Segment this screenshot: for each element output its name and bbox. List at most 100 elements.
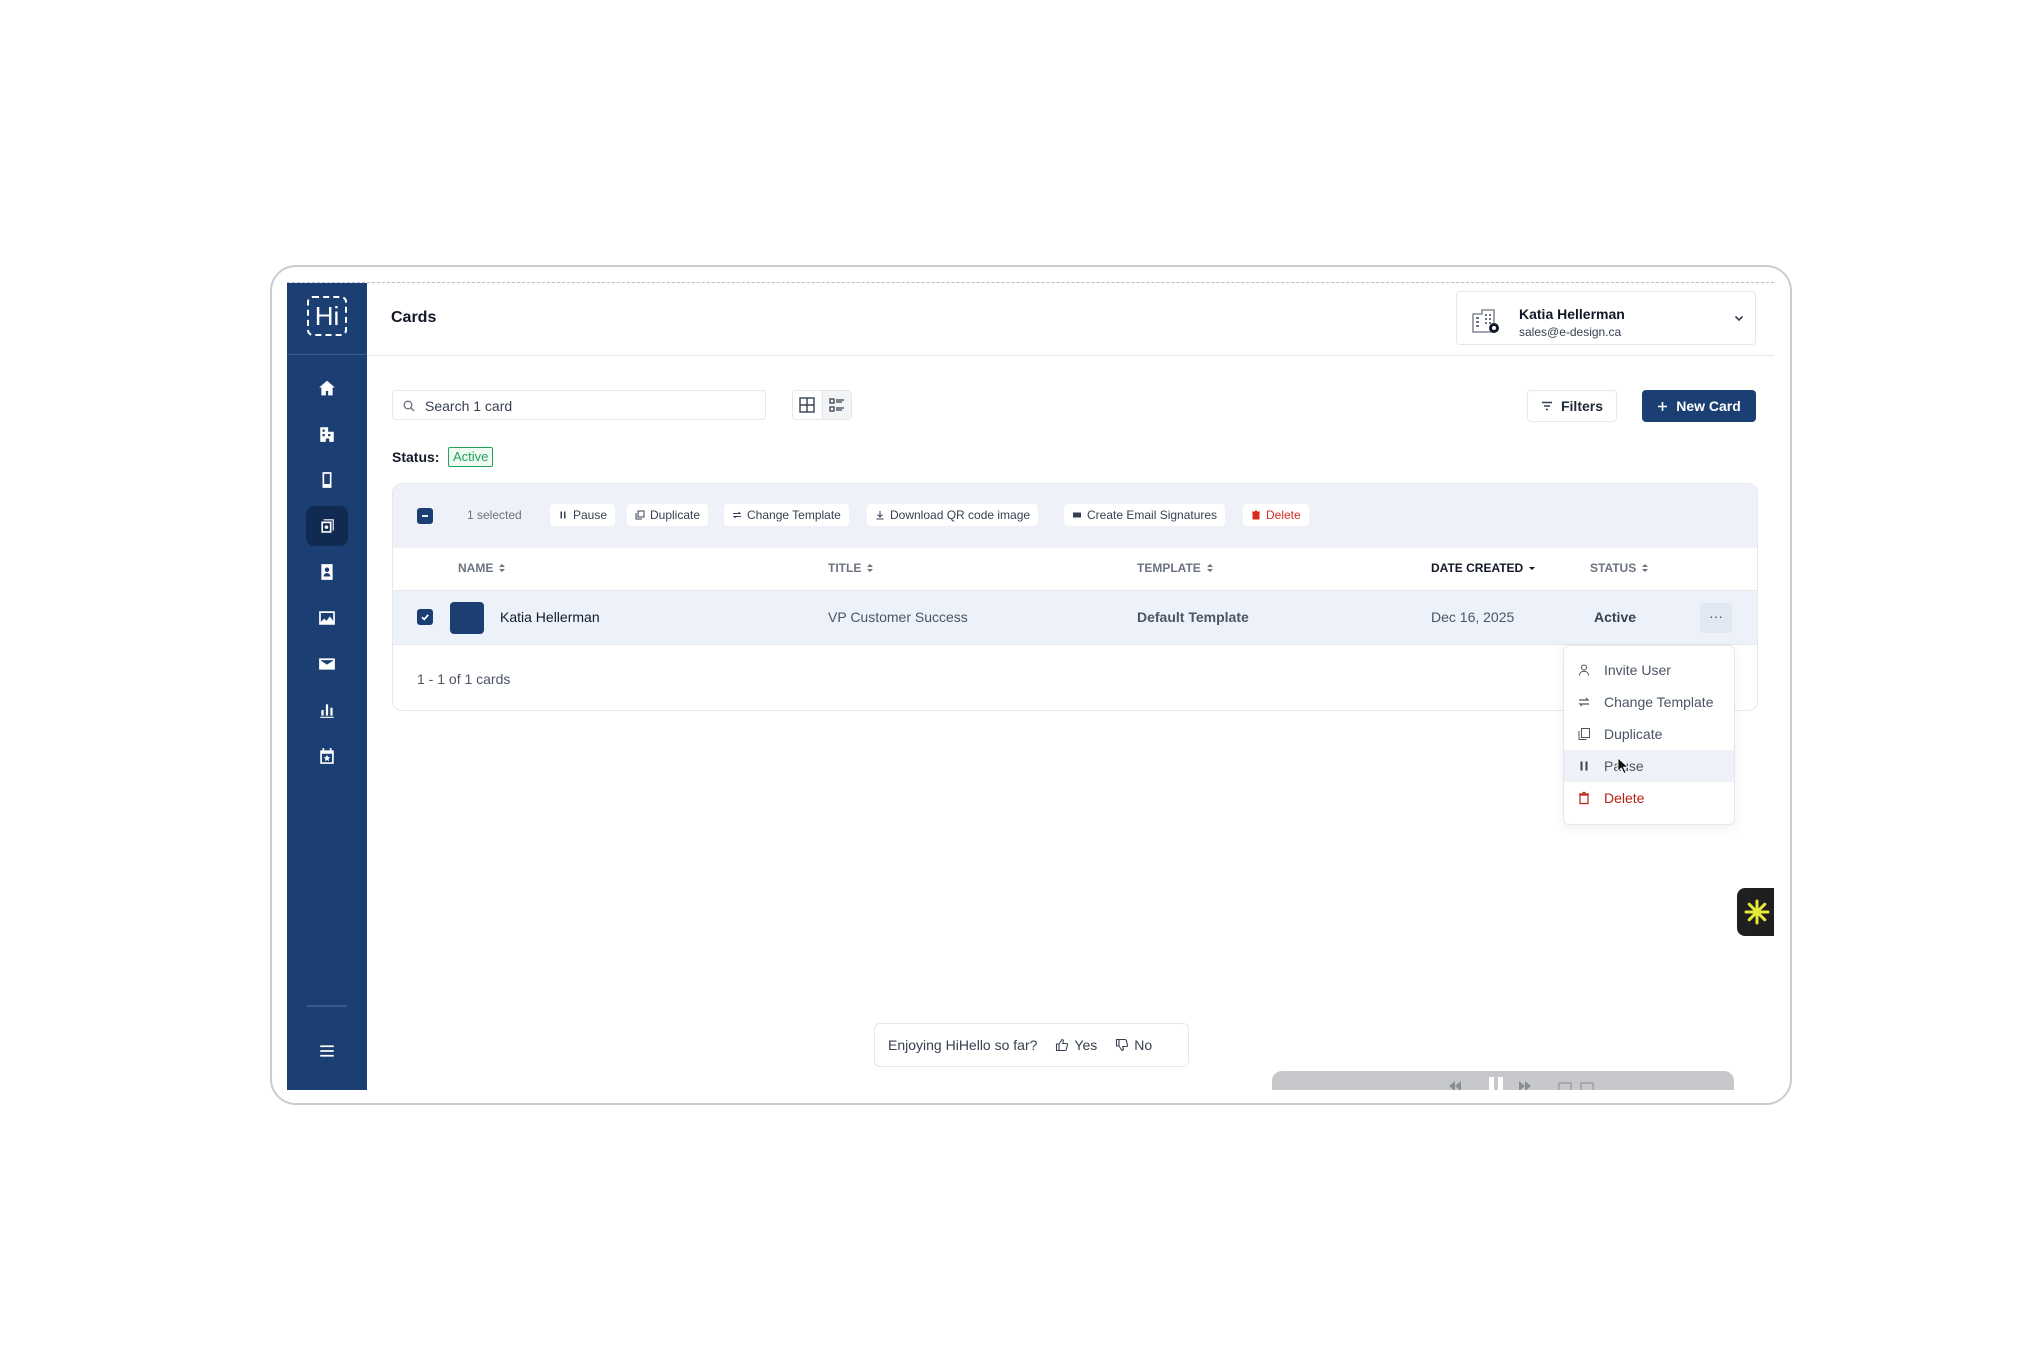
minus-icon — [422, 515, 428, 517]
sidebar: Hi — [287, 283, 367, 1090]
menu-item-duplicate[interactable]: Duplicate — [1564, 718, 1734, 750]
sort-desc-icon — [1529, 567, 1536, 570]
sort-icon — [499, 564, 506, 572]
user-icon — [1579, 664, 1589, 676]
search-box[interactable] — [392, 390, 766, 420]
bulk-delete-button[interactable]: Delete — [1243, 504, 1309, 526]
swap-icon — [1578, 697, 1590, 707]
sidebar-item-backgrounds[interactable] — [306, 598, 348, 638]
bulk-download-qr-button[interactable]: Download QR code image — [867, 504, 1039, 526]
organization-icon — [1472, 309, 1499, 333]
image-icon — [319, 611, 335, 625]
status-filter-chip[interactable]: Active — [448, 447, 494, 467]
menu-item-invite-user[interactable]: Invite User — [1564, 654, 1734, 686]
search-icon — [403, 400, 415, 412]
swap-icon — [732, 511, 742, 519]
sort-icon — [1642, 564, 1649, 572]
sparkle-icon — [1744, 899, 1770, 925]
row-date-created: Dec 16, 2025 — [1431, 609, 1515, 625]
grid-icon — [799, 397, 815, 413]
search-input[interactable] — [423, 395, 757, 417]
cards-table: 1 selected Pause Duplicate Change Templa… — [392, 483, 1758, 711]
sidebar-item-devices[interactable] — [306, 460, 348, 500]
column-header-date-created[interactable]: DATE CREATED — [1431, 561, 1536, 575]
account-name: Katia Hellerman — [1519, 306, 1625, 322]
grid-view-button[interactable] — [793, 391, 822, 419]
bulk-change-template-button[interactable]: Change Template — [724, 504, 849, 526]
bulk-pause-button[interactable]: Pause — [550, 504, 616, 526]
row-actions-menu: Invite User Change Template Duplicate Pa… — [1563, 645, 1735, 825]
sidebar-item-email[interactable] — [306, 644, 348, 684]
feedback-no-button[interactable]: No — [1115, 1037, 1152, 1053]
pause-icon — [1580, 761, 1588, 771]
column-header-template[interactable]: TEMPLATE — [1137, 561, 1214, 575]
row-template: Default Template — [1137, 609, 1249, 625]
copy-icon — [1578, 728, 1590, 740]
filters-button[interactable]: Filters — [1527, 390, 1617, 422]
feedback-question: Enjoying HiHello so far? — [888, 1037, 1038, 1053]
account-email: sales@e-design.ca — [1519, 325, 1622, 339]
sidebar-item-analytics[interactable] — [306, 690, 348, 730]
table-row[interactable]: Katia Hellerman VP Customer Success Defa… — [393, 591, 1757, 645]
row-more-button[interactable]: ··· — [1700, 603, 1732, 633]
column-header-name[interactable]: NAME — [458, 561, 506, 575]
trash-icon — [1252, 510, 1260, 520]
thumbs-down-icon — [1116, 1038, 1129, 1052]
account-switcher[interactable]: Katia Hellerman sales@e-design.ca — [1456, 291, 1756, 345]
help-widget-button[interactable] — [1737, 888, 1774, 936]
sidebar-item-cards[interactable] — [306, 506, 348, 546]
sidebar-item-contacts[interactable] — [306, 552, 348, 592]
status-filter-label: Status: — [392, 449, 440, 465]
thumbs-up-icon — [1056, 1038, 1069, 1052]
bulk-action-bar: 1 selected Pause Duplicate Change Templa… — [393, 484, 1757, 548]
column-header-title[interactable]: TITLE — [828, 561, 874, 575]
filter-icon — [1541, 401, 1552, 411]
menu-item-delete[interactable]: Delete — [1564, 782, 1734, 814]
mail-icon — [319, 658, 335, 670]
mail-icon — [1073, 512, 1081, 518]
phone-icon — [322, 472, 332, 488]
app-logo[interactable]: Hi — [307, 296, 347, 336]
chart-icon — [320, 704, 334, 718]
select-all-checkbox[interactable] — [417, 508, 433, 524]
sidebar-item-organization[interactable] — [306, 414, 348, 454]
new-card-button[interactable]: New Card — [1642, 390, 1756, 422]
list-icon — [829, 398, 844, 412]
pagination-text: 1 - 1 of 1 cards — [417, 671, 511, 687]
media-player-bar — [1272, 1071, 1734, 1090]
sidebar-menu-toggle[interactable] — [306, 1031, 348, 1071]
trash-icon — [1579, 791, 1589, 805]
sidebar-item-home[interactable] — [306, 368, 348, 408]
row-checkbox[interactable] — [417, 609, 433, 625]
mouse-cursor-icon — [1617, 757, 1629, 775]
view-toggle — [792, 390, 852, 420]
sidebar-item-events[interactable] — [306, 736, 348, 776]
chevron-down-icon — [1734, 315, 1744, 322]
cards-icon — [321, 519, 334, 533]
contacts-icon — [321, 564, 333, 580]
list-view-button[interactable] — [821, 391, 851, 419]
row-title: VP Customer Success — [828, 609, 968, 625]
home-icon — [319, 380, 335, 396]
app-screen: Hi Cards Katia Hellerman sales@e-design.… — [287, 282, 1774, 1090]
pause-icon — [560, 511, 566, 519]
sort-icon — [867, 564, 874, 572]
top-header: Cards Katia Hellerman sales@e-design.ca — [367, 283, 1774, 356]
menu-item-pause[interactable]: Pause — [1564, 750, 1734, 782]
menu-item-change-template[interactable]: Change Template — [1564, 686, 1734, 718]
feedback-prompt: Enjoying HiHello so far? Yes No — [874, 1023, 1189, 1067]
feedback-yes-button[interactable]: Yes — [1055, 1037, 1097, 1053]
building-icon — [320, 427, 334, 442]
card-avatar — [450, 602, 484, 634]
bulk-duplicate-button[interactable]: Duplicate — [627, 504, 709, 526]
column-header-status[interactable]: STATUS — [1590, 561, 1649, 575]
page-title: Cards — [391, 309, 437, 326]
download-icon — [876, 511, 884, 520]
row-name[interactable]: Katia Hellerman — [500, 609, 600, 625]
plus-icon — [1658, 401, 1668, 411]
sort-icon — [1206, 564, 1213, 572]
bulk-email-signatures-button[interactable]: Create Email Signatures — [1064, 504, 1226, 526]
filters-label: Filters — [1560, 398, 1603, 414]
row-status: Active — [1594, 609, 1637, 625]
calendar-star-icon — [320, 748, 334, 764]
